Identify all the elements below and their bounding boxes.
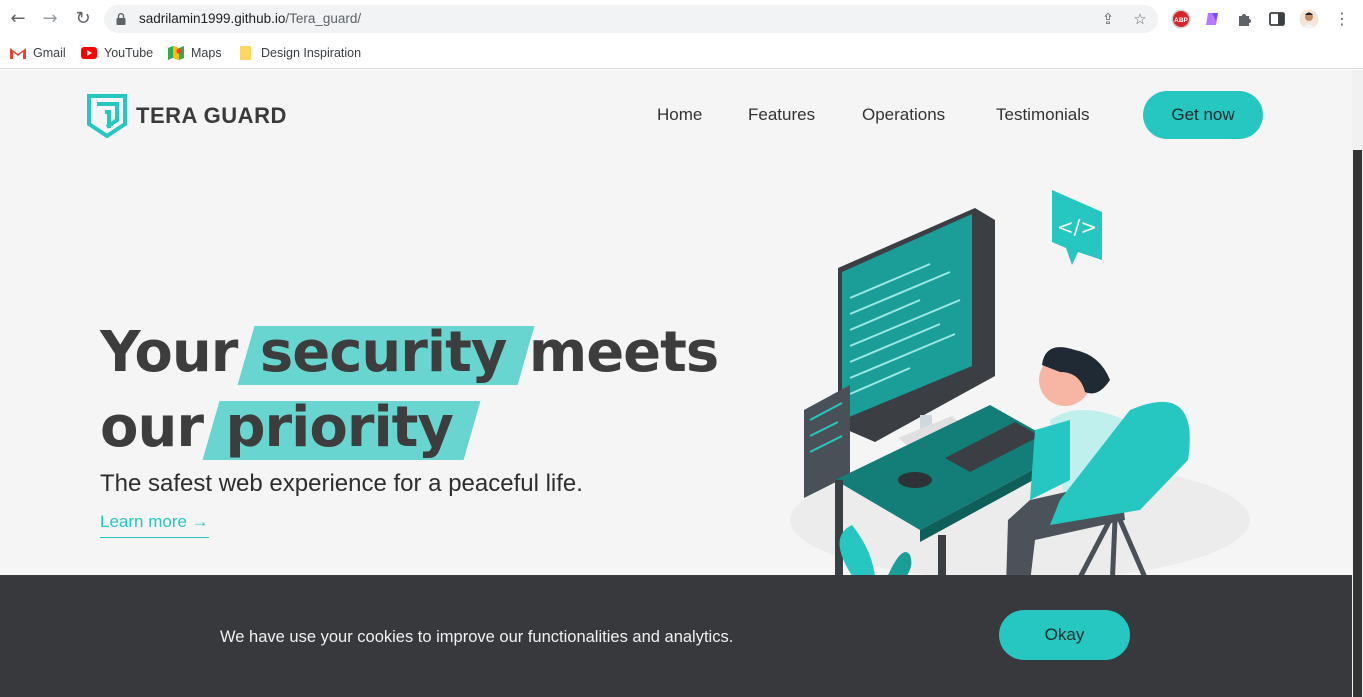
logo[interactable]: TERA GUARD xyxy=(87,94,287,138)
hero-heading-line-2: our priority xyxy=(100,395,457,460)
bookmarks-bar: Gmail YouTube Maps Design Inspiration xyxy=(0,38,1363,69)
tera-guard-logo-icon xyxy=(87,94,127,138)
browser-toolbar: ← → ↻ sadrilamin1999.github.io/Tera_guar… xyxy=(0,0,1363,38)
youtube-icon xyxy=(81,47,97,59)
nav-features[interactable]: Features xyxy=(748,105,815,125)
web-page: TERA GUARD Home Features Operations Test… xyxy=(0,70,1352,697)
cookie-message: We have use your cookies to improve our … xyxy=(220,628,734,646)
back-icon[interactable]: ← xyxy=(8,9,28,29)
hero-heading-line-1: Your security meets xyxy=(100,320,719,385)
bookmark-youtube[interactable]: YouTube xyxy=(81,44,153,62)
nav-operations[interactable]: Operations xyxy=(862,105,945,125)
highlight-security: security xyxy=(256,320,510,385)
extensions-puzzle-icon[interactable] xyxy=(1235,9,1255,29)
maps-icon xyxy=(168,46,184,60)
code-bubble-icon: </> xyxy=(1052,190,1102,265)
developer-illustration: </> xyxy=(790,190,1250,580)
cookie-banner: We have use your cookies to improve our … xyxy=(0,575,1352,697)
reload-icon[interactable]: ↻ xyxy=(73,9,93,29)
side-panel-icon[interactable] xyxy=(1267,9,1287,29)
bookmark-design-inspiration[interactable]: Design Inspiration xyxy=(238,44,361,62)
highlight-priority: priority xyxy=(221,395,456,460)
scrollbar-thumb[interactable] xyxy=(1353,150,1362,697)
adblock-icon[interactable]: ABP xyxy=(1171,9,1191,29)
gmail-icon xyxy=(10,48,26,59)
svg-text:ABP: ABP xyxy=(1174,17,1188,24)
hero-subtitle: The safest web experience for a peaceful… xyxy=(100,470,583,497)
bookmark-gmail[interactable]: Gmail xyxy=(10,44,66,62)
lock-icon[interactable] xyxy=(116,13,126,25)
kebab-menu-icon[interactable]: ⋮ xyxy=(1332,9,1352,29)
share-icon[interactable]: ⇪ xyxy=(1100,11,1116,27)
bookmark-maps[interactable]: Maps xyxy=(168,44,222,62)
profile-avatar-icon[interactable] xyxy=(1299,9,1319,29)
forward-icon[interactable]: → xyxy=(40,9,60,29)
get-now-button[interactable]: Get now xyxy=(1143,91,1263,139)
folder-icon xyxy=(240,46,251,60)
learn-more-link[interactable]: Learn more → xyxy=(100,512,209,538)
nav-home[interactable]: Home xyxy=(657,105,702,125)
okay-button[interactable]: Okay xyxy=(999,610,1130,660)
address-bar[interactable]: sadrilamin1999.github.io/Tera_guard/ ⇪ ☆ xyxy=(104,5,1158,33)
extension-purple-icon[interactable] xyxy=(1203,9,1223,29)
url-text[interactable]: sadrilamin1999.github.io/Tera_guard/ xyxy=(139,11,361,26)
star-icon[interactable]: ☆ xyxy=(1132,11,1148,27)
logo-text: TERA GUARD xyxy=(136,103,287,128)
nav-testimonials[interactable]: Testimonials xyxy=(996,105,1090,125)
svg-text:</>: </> xyxy=(1057,215,1097,239)
